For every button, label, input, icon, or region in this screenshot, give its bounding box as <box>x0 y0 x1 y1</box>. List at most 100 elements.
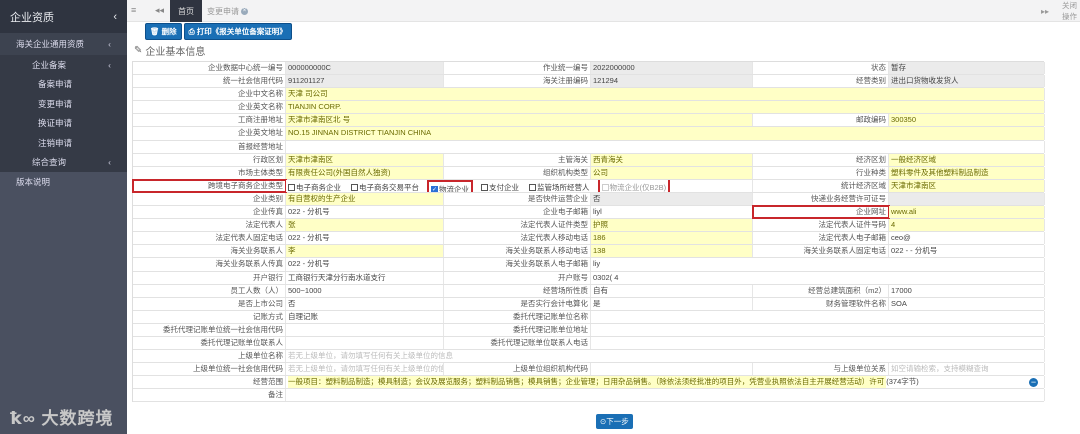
checkbox-box[interactable] <box>481 184 488 192</box>
field-value[interactable]: 000000000C <box>286 62 444 75</box>
field-value[interactable] <box>286 140 1045 153</box>
field-value[interactable]: 进出口货物收发货人 <box>889 75 1045 88</box>
field-value[interactable]: 186 <box>591 232 753 245</box>
field-value[interactable]: 022 - 分机号 <box>286 206 444 219</box>
sidebar-item[interactable]: 备案申请 <box>0 74 127 94</box>
field-value[interactable] <box>591 323 1045 336</box>
checkbox-4[interactable]: 支付企业 <box>481 182 519 192</box>
delete-button[interactable]: 🗑 删除 <box>145 23 182 40</box>
field-value[interactable]: TIANJIN CORP. <box>286 101 1045 114</box>
field-value[interactable]: 022 - 分机号 <box>286 258 444 271</box>
checkbox-label: 监管场所经营人 <box>537 182 590 192</box>
field-value[interactable]: 0302( 4 <box>591 271 1045 284</box>
field-value[interactable]: 17000 <box>889 284 1045 297</box>
sidebar-item[interactable]: 企业备案 ‹ <box>0 55 127 75</box>
field-value[interactable]: 4 <box>889 219 1045 232</box>
field-value[interactable] <box>286 323 444 336</box>
field-value[interactable]: 2022000000 <box>591 62 753 75</box>
field-value[interactable]: liy <box>591 258 1045 271</box>
field-value[interactable]: 西青海关 <box>591 153 753 166</box>
field-value[interactable]: 张 <box>286 219 444 232</box>
close-tab-icon[interactable]: × <box>241 7 248 15</box>
checkbox-6[interactable]: 物流企业(仅B2B) <box>597 179 671 192</box>
field-value[interactable]: 暂存 <box>889 62 1045 75</box>
field-value[interactable]: 若无上级单位，请勿填写任何有关上级单位的信息 <box>286 350 1045 363</box>
field-value[interactable]: 否 <box>591 192 753 206</box>
sidebar-item[interactable]: 变更申请 <box>0 94 127 114</box>
scroll-left-icon[interactable]: ◂◂ <box>155 5 164 16</box>
checkbox-2[interactable]: 电子商务交易平台 <box>351 182 419 192</box>
sidebar-item[interactable]: 注销申请 <box>0 133 127 153</box>
field-label: 法定代表人固定电话 <box>133 232 286 245</box>
sidebar-item[interactable]: 版本说明 <box>0 172 127 192</box>
form-row: 企业数据中心统一编号 000000000C 作业统一编号 2022000000 状态 暂存 <box>133 62 1045 76</box>
field-value[interactable]: 如空请输检索，支持模糊查询 <box>889 363 1045 376</box>
print-button[interactable]: ⎙ 打印《报关单位备案证明》 <box>183 23 292 40</box>
checkbox-3[interactable]: ✓ 物流企业 <box>427 179 473 192</box>
field-value[interactable]: ceo@ <box>889 232 1045 245</box>
field-value[interactable]: 自理记账 <box>286 310 444 323</box>
field-label: 与上级单位关系 <box>753 363 889 376</box>
field-value[interactable]: 121294 <box>591 75 753 88</box>
checkbox-group[interactable]: 电子商务企业 电子商务交易平台 ✓ 物流企业 支付企业 监管场所经营人 物流企业(仅B2B) <box>286 179 753 192</box>
field-value[interactable]: 天津市津南区北 号 <box>286 114 753 127</box>
sidebar-item[interactable]: 换证申请 <box>0 113 127 133</box>
field-value[interactable]: www.ali <box>889 206 1045 219</box>
field-value[interactable]: 一般项目：塑料制品制造；模具制造；会议及展览服务；塑料制品销售；模具销售；企业管… <box>286 376 1045 389</box>
byte-count: (374字节) <box>886 377 919 387</box>
field-value[interactable]: 911201127 <box>286 75 444 88</box>
field-value[interactable]: 李 <box>286 245 444 258</box>
field-value[interactable]: 若无上级单位，请勿填写任何有关上级单位的信息 <box>286 363 444 376</box>
field-value[interactable]: 公司 <box>591 166 753 179</box>
field-value[interactable]: 有自营权的生产企业 <box>286 192 444 206</box>
field-value[interactable]: 138 <box>591 245 753 258</box>
field-value[interactable] <box>591 363 753 376</box>
field-value[interactable]: 是 <box>591 297 753 310</box>
sidebar-header[interactable]: 企业资质 ‹ <box>0 0 127 33</box>
collapse-icon[interactable]: − <box>1029 377 1038 387</box>
field-value[interactable] <box>889 192 1045 206</box>
close-operations-button[interactable]: 关闭操作 <box>1062 0 1080 22</box>
sidebar-item[interactable]: 综合查询 ‹ <box>0 152 127 172</box>
field-value[interactable]: 022 - - 分机号 <box>889 245 1045 258</box>
field-label: 企业英文地址 <box>133 127 286 140</box>
sidebar-item-label: 版本说明 <box>16 176 51 187</box>
field-value[interactable]: 工商银行天津分行南水道支行 <box>286 271 444 284</box>
field-label: 海关注册编码 <box>444 75 591 88</box>
field-value[interactable]: 有限责任公司(外国自然人独资) <box>286 166 444 179</box>
sidebar-item[interactable]: 海关企业通用资质 ‹ <box>0 33 127 55</box>
field-value[interactable]: 天津市津南区 <box>286 153 444 166</box>
scroll-right-icon[interactable]: ▸▸ <box>1041 0 1049 22</box>
checkbox-1[interactable]: 电子商务企业 <box>288 182 341 192</box>
field-value[interactable] <box>591 310 1045 323</box>
checkbox-box[interactable] <box>351 184 358 192</box>
field-value[interactable]: 护照 <box>591 219 753 232</box>
field-value[interactable]: 天津市津南区 <box>889 179 1045 192</box>
tab-home[interactable]: 首页 <box>170 0 202 22</box>
field-value[interactable] <box>286 336 444 350</box>
checkbox-5[interactable]: 监管场所经营人 <box>529 182 590 192</box>
checkbox-box[interactable] <box>529 184 536 192</box>
checkbox-box[interactable] <box>288 184 295 192</box>
menu-icon[interactable]: ≡ <box>131 5 136 15</box>
field-value[interactable]: 300350 <box>889 114 1045 127</box>
next-step-button[interactable]: ⊙下一步 <box>596 414 633 429</box>
field-value[interactable]: 塑料零件及其他塑料制品制造 <box>889 166 1045 179</box>
field-label: 法定代表人电子邮箱 <box>753 232 889 245</box>
field-value[interactable]: NO.15 JINNAN DISTRICT TIANJIN CHINA <box>286 127 1045 140</box>
field-value[interactable]: 022 - 分机号 <box>286 232 444 245</box>
tab-change-request[interactable]: 变更申请 × <box>199 0 256 22</box>
field-value[interactable] <box>286 389 1045 402</box>
field-value[interactable]: 否 <box>286 297 444 310</box>
field-value[interactable]: 500~1000 <box>286 284 444 297</box>
field-value[interactable]: SOA <box>889 297 1045 310</box>
field-label: 企业传真 <box>133 206 286 219</box>
field-value[interactable]: liyl <box>591 206 753 219</box>
watermark-logo: ꝁ∞ 大数跨境 <box>10 409 114 428</box>
field-value[interactable] <box>591 336 1045 350</box>
field-value[interactable]: 天津 司公司 <box>286 88 1045 101</box>
field-value[interactable]: 自有 <box>591 284 753 297</box>
checkbox-box[interactable] <box>601 184 609 192</box>
field-value[interactable]: 一般经济区域 <box>889 153 1045 166</box>
checkbox-box[interactable]: ✓ <box>431 186 438 192</box>
